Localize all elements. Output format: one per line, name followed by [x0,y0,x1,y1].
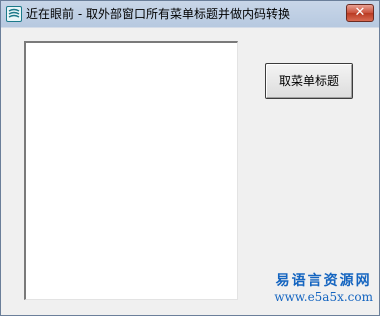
menu-titles-listbox[interactable] [24,41,238,300]
title-bar[interactable]: 近在眼前 - 取外部窗口所有菜单标题并做内码转换 ✕ [1,1,379,27]
watermark-site-name: 易语言资源网 [275,273,372,289]
app-window: 近在眼前 - 取外部窗口所有菜单标题并做内码转换 ✕ 取菜单标题 易语言资源网 … [0,0,380,316]
get-menu-titles-button[interactable]: 取菜单标题 [265,63,353,99]
client-area: 取菜单标题 [8,28,372,309]
close-button[interactable]: ✕ [346,4,374,22]
window-title: 近在眼前 - 取外部窗口所有菜单标题并做内码转换 [26,7,290,21]
app-icon[interactable] [6,6,22,22]
watermark: 易语言资源网 www.e5a5x.com [274,273,373,305]
watermark-url: www.e5a5x.com [274,290,373,304]
